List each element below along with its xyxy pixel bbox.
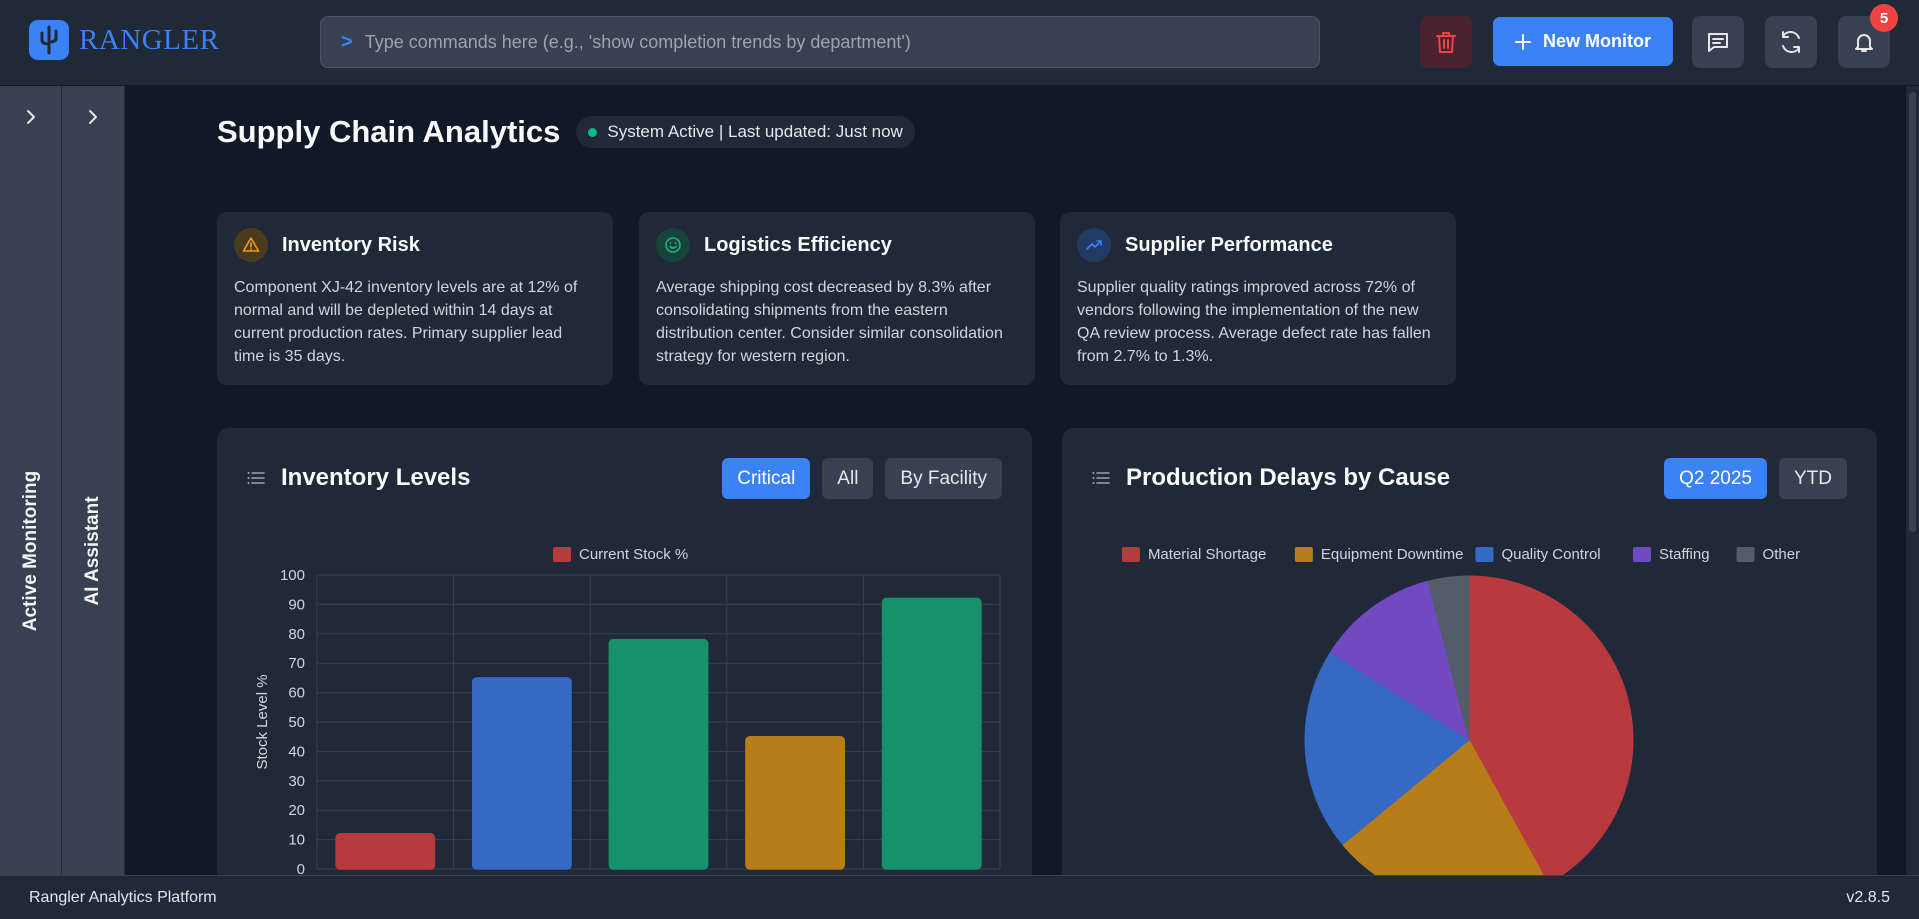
trend-up-icon <box>1077 228 1111 262</box>
app-name: RANGLER <box>79 23 220 56</box>
status-dot <box>588 127 598 137</box>
list-icon <box>247 472 265 484</box>
y-tick-label: 20 <box>288 802 305 819</box>
chevron-right-icon <box>26 110 35 124</box>
card-title: Logistics Efficiency <box>704 233 892 256</box>
card-title: Inventory Risk <box>282 233 420 256</box>
app-version: v2.8.5 <box>1846 888 1890 906</box>
bar <box>745 735 846 870</box>
bar <box>881 597 982 870</box>
y-axis-label: Stock Level % <box>254 674 271 769</box>
y-tick-label: 30 <box>288 773 305 790</box>
legend-label: Quality Control <box>1501 546 1600 563</box>
list-icon <box>1092 472 1110 484</box>
y-tick-label: 10 <box>288 832 305 849</box>
legend-swatch <box>1736 547 1755 562</box>
inventory-bar-chart: Current Stock %0102030405060708090100Sto… <box>254 546 1001 878</box>
chat-icon <box>1708 33 1728 52</box>
ai-assistant-panel: AI Assistant <box>62 86 125 875</box>
filter-ytd-button[interactable]: YTD <box>1779 458 1847 499</box>
panel-title: Inventory Levels <box>281 464 471 491</box>
insight-card-supplier[interactable]: Supplier Performance Supplier quality ra… <box>1060 212 1456 385</box>
filter-by-facility-button[interactable]: By Facility <box>885 458 1002 499</box>
footer: Rangler Analytics Platform v2.8.5 <box>0 875 1919 919</box>
y-tick-label: 80 <box>288 626 305 643</box>
legend-swatch <box>553 547 571 562</box>
new-monitor-label: New Monitor <box>1543 31 1651 51</box>
chat-button[interactable] <box>1692 16 1744 68</box>
chart-legend: Material Shortage Equipment Downtime Quali… <box>1121 546 1801 563</box>
delays-pie-chart: Material Shortage Equipment Downtime Quali… <box>1121 546 1801 900</box>
status-text: System Active | Last updated: Just now <box>607 122 903 141</box>
command-input[interactable] <box>364 31 1319 53</box>
ai-assistant-label[interactable]: AI Assistant <box>82 496 104 605</box>
top-bar: RANGLER > New Monitor 5 <box>0 0 1919 86</box>
page-scrollbar[interactable] <box>1906 86 1919 875</box>
legend-swatch <box>1121 547 1140 562</box>
smile-icon <box>656 228 690 262</box>
legend-label: Other <box>1763 546 1801 563</box>
legend-label: Equipment Downtime <box>1321 546 1464 563</box>
legend-swatch <box>1294 547 1313 562</box>
delays-filter-group: Q2 2025 YTD <box>1664 458 1847 499</box>
warning-icon <box>234 228 268 262</box>
refresh-icon <box>1782 31 1800 53</box>
notifications-button[interactable]: 5 <box>1838 4 1898 68</box>
app-logo[interactable]: RANGLER <box>29 20 219 60</box>
notification-badge: 5 <box>1870 4 1898 32</box>
y-tick-label: 50 <box>288 714 305 731</box>
legend-swatch <box>1632 547 1651 562</box>
legend-label: Staffing <box>1659 546 1710 563</box>
filter-critical-button[interactable]: Critical <box>722 458 811 499</box>
new-monitor-button[interactable]: New Monitor <box>1493 17 1673 66</box>
insight-card-inventory-risk[interactable]: Inventory Risk Component XJ-42 inventory… <box>217 212 613 385</box>
footer-label: Rangler Analytics Platform <box>29 888 217 906</box>
legend-label: Current Stock % <box>579 546 688 563</box>
y-tick-label: 60 <box>288 685 305 702</box>
refresh-button[interactable] <box>1765 16 1817 68</box>
card-body: Average shipping cost decreased by 8.3% … <box>656 279 1003 365</box>
y-tick-label: 90 <box>288 596 305 613</box>
y-tick-label: 100 <box>280 567 305 584</box>
card-body: Component XJ-42 inventory levels are at … <box>234 279 578 365</box>
title-row: Supply Chain Analytics System Active | L… <box>217 114 915 150</box>
bar <box>471 677 572 870</box>
expand-assistant-button[interactable] <box>78 102 108 132</box>
prompt-symbol: > <box>341 30 353 53</box>
card-body: Supplier quality ratings improved across… <box>1077 279 1431 365</box>
bar <box>335 832 436 870</box>
active-monitoring-panel: Active Monitoring <box>0 86 62 875</box>
page-title: Supply Chain Analytics <box>217 114 561 149</box>
y-tick-label: 70 <box>288 655 305 672</box>
legend-swatch <box>1475 547 1494 562</box>
chevron-right-icon <box>89 110 97 124</box>
delete-button[interactable] <box>1420 16 1472 68</box>
status-badge: System Active | Last updated: Just now <box>576 116 915 148</box>
bell-icon <box>1855 34 1873 52</box>
active-monitoring-label[interactable]: Active Monitoring <box>20 471 42 631</box>
chart-legend: Current Stock % <box>553 546 688 563</box>
card-title: Supplier Performance <box>1125 233 1333 256</box>
production-delays-panel: Production Delays by Cause Q2 2025 YTD M… <box>1062 428 1877 919</box>
scrollbar-thumb[interactable] <box>1909 92 1916 532</box>
legend-label: Material Shortage <box>1148 546 1266 563</box>
plus-icon <box>1515 33 1531 50</box>
insight-card-logistics[interactable]: Logistics Efficiency Average shipping co… <box>639 212 1035 385</box>
y-tick-label: 40 <box>288 743 305 760</box>
filter-q2-2025-button[interactable]: Q2 2025 <box>1664 458 1767 499</box>
panel-title: Production Delays by Cause <box>1126 464 1451 491</box>
filter-all-button[interactable]: All <box>822 458 874 499</box>
expand-monitoring-button[interactable] <box>16 102 46 132</box>
inventory-filter-group: Critical All By Facility <box>722 458 1002 499</box>
trash-icon <box>1436 32 1456 53</box>
command-bar[interactable]: > <box>320 16 1320 68</box>
bar <box>608 638 709 870</box>
inventory-levels-panel: Inventory Levels Critical All By Facilit… <box>217 428 1032 919</box>
cactus-icon <box>29 20 69 60</box>
